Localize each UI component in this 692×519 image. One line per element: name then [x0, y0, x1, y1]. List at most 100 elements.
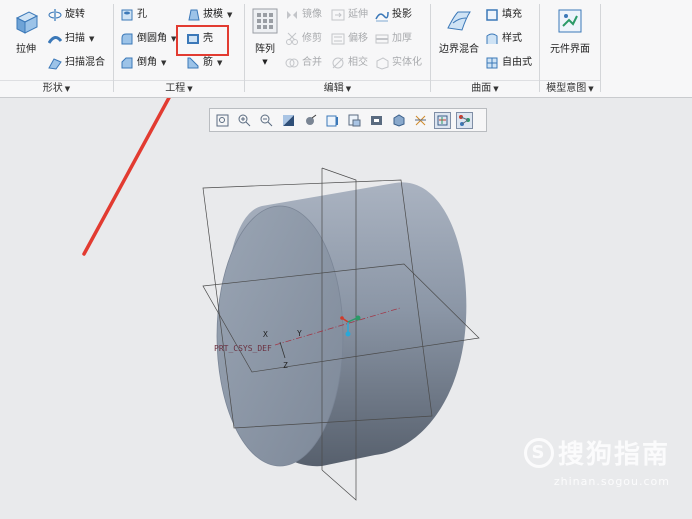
sweep-icon: [47, 32, 63, 46]
rib-dropdown-icon[interactable]: ▼: [217, 54, 222, 72]
edit-group: 阵列 ▼ 镜像 修剪 合并 延伸 偏移 相交 投影 加厚 实体化 编辑 ▼: [245, 0, 430, 97]
chevron-down-icon: ▼: [345, 85, 352, 93]
chevron-down-icon: ▼: [64, 85, 71, 93]
hole-button[interactable]: 孔: [120, 6, 147, 24]
extrude-label: 拉伸: [16, 44, 36, 55]
swept-blend-button[interactable]: 扫描混合: [48, 54, 105, 72]
trim-icon: [285, 32, 299, 46]
mirror-icon: [285, 8, 299, 22]
trim-label: 修剪: [302, 33, 322, 44]
sweep-label: 扫描: [65, 33, 85, 44]
revolve-icon: [48, 8, 62, 22]
project-button[interactable]: 投影: [375, 6, 412, 24]
shape-group: 拉伸 旋转 扫描 ▼ 扫描混合 形状 ▼: [0, 0, 113, 97]
thicken-button[interactable]: 加厚: [375, 30, 412, 48]
pattern-icon: [250, 6, 280, 36]
pattern-dropdown-icon[interactable]: ▼: [249, 58, 281, 66]
watermark-url: zhinan.sogou.com: [553, 475, 670, 488]
divider: [600, 4, 601, 92]
ribbon: 拉伸 旋转 扫描 ▼ 扫描混合 形状 ▼ 孔 倒圆角 ▼ 倒角 ▼ 拔模 ▼ 壳…: [0, 0, 692, 98]
axis-z-label: Z: [283, 361, 288, 370]
edit-group-label[interactable]: 编辑 ▼: [245, 80, 430, 97]
axis-y-label: Y: [297, 329, 302, 338]
merge-icon: [285, 56, 299, 70]
project-icon: [375, 8, 389, 22]
style-label: 样式: [502, 33, 522, 44]
csys-label[interactable]: PRT_CSYS_DEF: [214, 344, 272, 353]
extrude-icon: [11, 6, 41, 36]
fill-icon: [485, 8, 499, 22]
engineering-group-label[interactable]: 工程 ▼: [114, 80, 244, 97]
hole-icon: [120, 8, 134, 22]
extend-label: 延伸: [348, 9, 368, 20]
component-interface-button[interactable]: 元件界面: [544, 6, 596, 55]
extend-button[interactable]: 延伸: [331, 6, 368, 24]
project-label: 投影: [392, 9, 412, 20]
boundary-blend-icon: [444, 6, 474, 36]
draft-button[interactable]: 拔模 ▼: [186, 6, 232, 24]
mirror-button[interactable]: 镜像: [285, 6, 322, 24]
solidify-button[interactable]: 实体化: [375, 54, 422, 72]
pattern-button[interactable]: 阵列 ▼: [249, 6, 281, 66]
intersect-icon: [331, 56, 345, 70]
chamfer-icon: [120, 56, 134, 70]
chamfer-label: 倒角: [137, 57, 157, 68]
intersect-button[interactable]: 相交: [331, 54, 368, 72]
intersect-label: 相交: [348, 57, 368, 68]
freestyle-icon: [485, 56, 499, 70]
boundary-blend-label: 边界混合: [439, 44, 479, 55]
axis-x-label: X: [263, 330, 268, 339]
component-interface-label: 元件界面: [550, 44, 590, 55]
chevron-down-icon: ▼: [588, 85, 594, 93]
freestyle-button[interactable]: 自由式: [485, 54, 532, 72]
model-intent-group: 元件界面 模型意图 ▼: [540, 0, 600, 97]
extend-icon: [331, 8, 345, 22]
chevron-down-icon: ▼: [187, 85, 193, 93]
component-interface-icon: [555, 6, 585, 36]
boundary-blend-button[interactable]: 边界混合: [435, 6, 483, 55]
offset-label: 偏移: [348, 33, 368, 44]
fill-button[interactable]: 填充: [485, 6, 522, 24]
offset-icon: [331, 32, 345, 46]
merge-label: 合并: [302, 57, 322, 68]
annotation-arrow: [82, 98, 171, 256]
rib-label: 筋: [203, 57, 213, 68]
thicken-label: 加厚: [392, 33, 412, 44]
offset-button[interactable]: 偏移: [331, 30, 368, 48]
watermark: S 搜狗指南 zhinan.sogou.com: [523, 434, 670, 488]
pattern-label: 阵列: [255, 44, 275, 55]
sweep-button[interactable]: 扫描 ▼: [47, 30, 94, 48]
cylinder-front-face[interactable]: [216, 205, 344, 467]
fill-label: 填充: [502, 9, 522, 20]
chamfer-button[interactable]: 倒角 ▼: [120, 54, 166, 72]
style-button[interactable]: 样式: [485, 30, 522, 48]
rib-icon: [186, 56, 200, 70]
draft-dropdown-icon[interactable]: ▼: [227, 6, 232, 24]
chamfer-dropdown-icon[interactable]: ▼: [161, 54, 166, 72]
solidify-icon: [375, 56, 389, 70]
sogou-logo-icon: S: [523, 437, 554, 468]
revolve-button[interactable]: 旋转: [48, 6, 85, 24]
chevron-down-icon: ▼: [493, 85, 499, 93]
merge-button[interactable]: 合并: [285, 54, 322, 72]
thicken-icon: [375, 32, 389, 46]
rib-button[interactable]: 筋 ▼: [186, 54, 222, 72]
hole-label: 孔: [137, 9, 147, 20]
mirror-label: 镜像: [302, 9, 322, 20]
swept-blend-icon: [48, 56, 62, 70]
round-icon: [120, 32, 134, 46]
trim-button[interactable]: 修剪: [285, 30, 322, 48]
draft-icon: [186, 8, 200, 22]
freestyle-label: 自由式: [502, 57, 532, 68]
style-icon: [485, 32, 499, 46]
surfaces-group-label[interactable]: 曲面 ▼: [431, 80, 539, 97]
round-label: 倒圆角: [137, 33, 167, 44]
round-button[interactable]: 倒圆角 ▼: [120, 30, 176, 48]
shape-group-label[interactable]: 形状 ▼: [0, 80, 113, 97]
extrude-button[interactable]: 拉伸: [6, 6, 46, 55]
swept-blend-label: 扫描混合: [65, 57, 105, 68]
sweep-dropdown-icon[interactable]: ▼: [89, 30, 94, 48]
revolve-label: 旋转: [65, 9, 85, 20]
model-intent-group-label[interactable]: 模型意图 ▼: [540, 80, 600, 97]
surfaces-group: 边界混合 填充 样式 自由式 曲面 ▼: [431, 0, 539, 97]
